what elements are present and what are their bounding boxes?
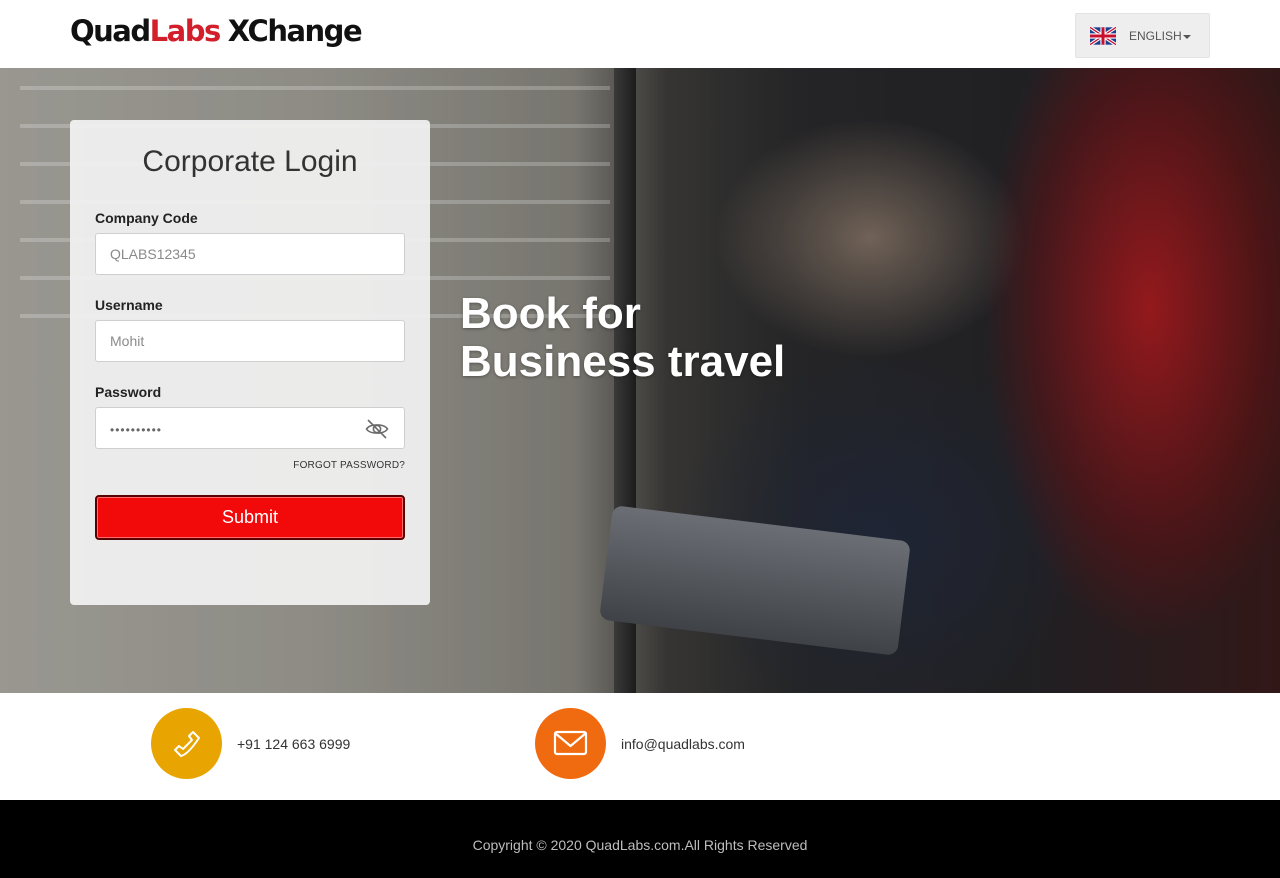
username-input[interactable]	[95, 320, 405, 362]
hero-headline-line1: Book for	[460, 289, 641, 338]
footer: Copyright © 2020 QuadLabs.com.All Rights…	[0, 800, 1280, 878]
submit-button[interactable]: Submit	[95, 495, 405, 540]
password-input[interactable]	[95, 407, 405, 449]
logo-labs-text: Labs	[149, 14, 222, 48]
top-header: QuadLabs XChange ENGLISH	[0, 0, 1280, 68]
company-code-input[interactable]	[95, 233, 405, 275]
phone-icon	[174, 731, 200, 757]
company-code-label: Company Code	[95, 210, 198, 226]
eye-off-icon[interactable]	[364, 416, 390, 442]
quadlabs-xchange-logo[interactable]: QuadLabs XChange	[70, 13, 363, 49]
logo-xchange-text: XChange	[227, 14, 363, 48]
phone-badge	[151, 708, 222, 779]
uk-flag-icon	[1090, 27, 1116, 45]
language-label: ENGLISH	[1129, 29, 1182, 43]
language-selector[interactable]: ENGLISH	[1075, 13, 1210, 58]
mail-icon	[553, 730, 588, 756]
email-badge	[535, 708, 606, 779]
contact-strip: +91 124 663 6999 info@quadlabs.com	[0, 693, 1280, 800]
hero-headline-line2: Business travel	[460, 337, 786, 386]
phone-number-text[interactable]: +91 124 663 6999	[237, 735, 350, 753]
forgot-password-link[interactable]: FORGOT PASSWORD?	[255, 460, 405, 472]
tablet-decor	[599, 505, 911, 656]
password-label: Password	[95, 384, 162, 400]
email-address-text[interactable]: info@quadlabs.com	[621, 735, 745, 753]
logo-quad-text: Quad	[70, 14, 151, 48]
login-card: Corporate Login Company Code Username Pa…	[70, 120, 430, 605]
login-title: Corporate Login	[142, 145, 358, 178]
copyright-text: Copyright © 2020 QuadLabs.com.All Rights…	[472, 837, 808, 853]
username-label: Username	[95, 297, 163, 313]
chevron-down-icon	[1183, 35, 1191, 39]
hero-headline: Book for Business travel	[460, 290, 785, 386]
